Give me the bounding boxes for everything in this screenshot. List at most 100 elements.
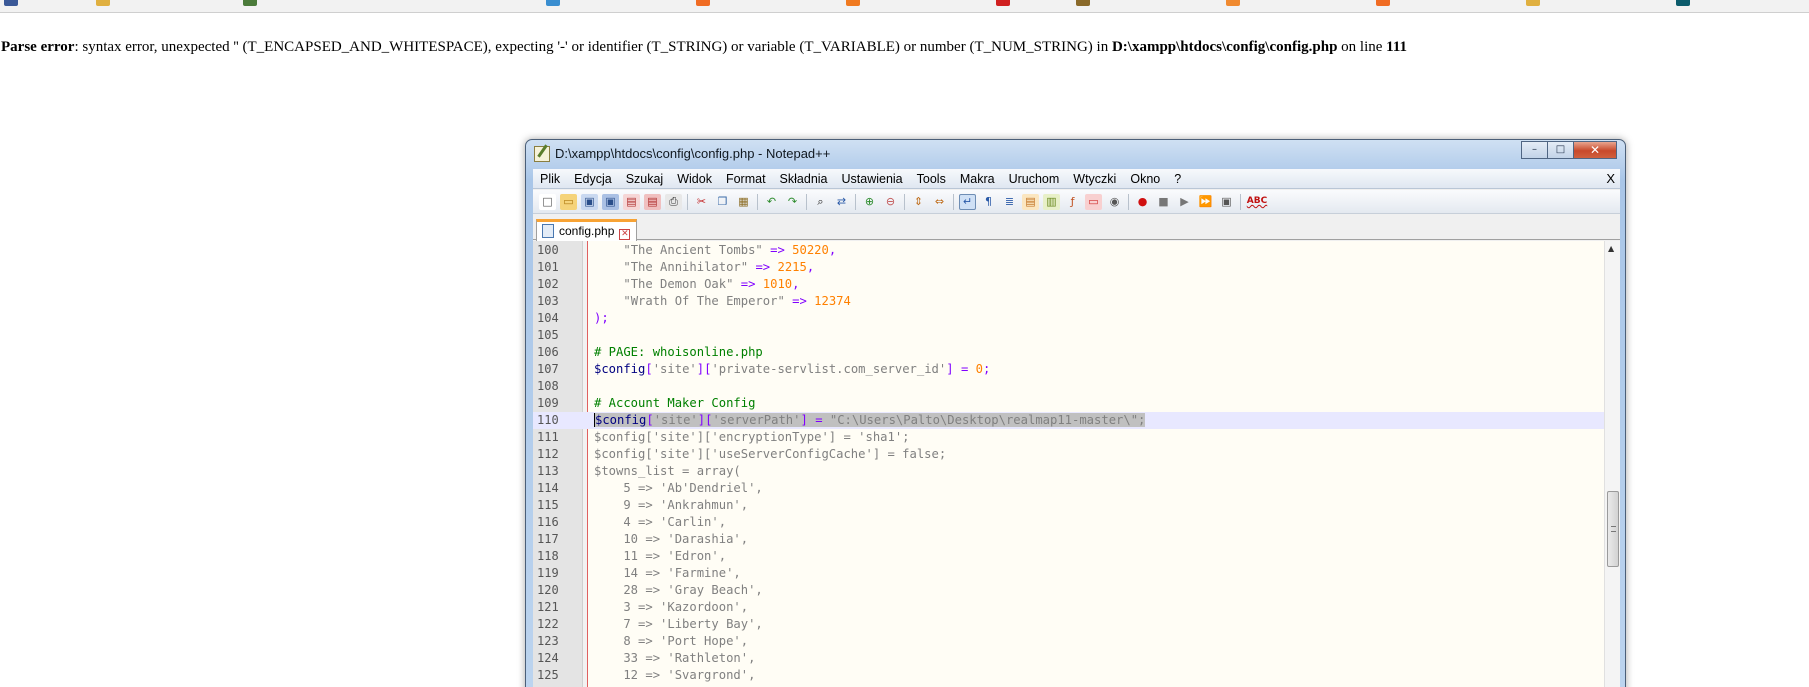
menu-item-edycja[interactable]: Edycja <box>567 172 619 186</box>
user-defined-lang-icon[interactable]: ▤ <box>1022 193 1039 210</box>
zoom-out-icon[interactable]: ⊖ <box>882 194 899 210</box>
title-bar[interactable]: D:\xampp\htdocs\config\config.php - Note… <box>526 140 1625 168</box>
code-line[interactable]: 113 $towns_list = array( <box>533 463 1604 480</box>
vertical-scrollbar[interactable]: ▲ <box>1604 241 1620 687</box>
bookmark-icon[interactable] <box>696 0 710 6</box>
code-line[interactable]: 116 4 => 'Carlin', <box>533 514 1604 531</box>
function-list-icon[interactable]: ƒ <box>1064 194 1081 210</box>
word-wrap-icon[interactable]: ↵ <box>959 193 976 210</box>
spell-check-icon[interactable]: ABC <box>1246 194 1268 210</box>
menu-item-ustawienia[interactable]: Ustawienia <box>835 172 910 186</box>
folder-workspace-icon[interactable]: ▭ <box>1085 193 1102 210</box>
close-all-icon[interactable]: ▤ <box>644 193 661 210</box>
bookmark-facebook-icon[interactable] <box>4 0 18 6</box>
code-line[interactable]: 117 10 => 'Darashia', <box>533 531 1604 548</box>
code-line[interactable]: 119 14 => 'Farmine', <box>533 565 1604 582</box>
code-line[interactable]: 107 $config['site']['private-servlist.com… <box>533 361 1604 378</box>
code-line[interactable]: 102 "The Demon Oak" => 1010, <box>533 276 1604 293</box>
menu-item-tools[interactable]: Tools <box>910 172 953 186</box>
code-text: "The Demon Oak" => 1010, <box>623 277 800 291</box>
menu-item-składnia[interactable]: Składnia <box>773 172 835 186</box>
copy-icon[interactable]: ❐ <box>714 194 731 210</box>
code-line[interactable]: 105 <box>533 327 1604 344</box>
line-number: 110 <box>537 413 559 427</box>
maximize-button[interactable]: □ <box>1547 141 1573 159</box>
code-editor[interactable]: 100 "The Ancient Tombs" => 50220, 101 "Th… <box>533 241 1604 687</box>
menu-item-widok[interactable]: Widok <box>670 172 719 186</box>
code-line[interactable]: 106 # PAGE: whoisonline.php <box>533 344 1604 361</box>
bookmark-icon[interactable] <box>1376 0 1390 6</box>
scrollbar-thumb[interactable] <box>1607 491 1619 567</box>
close-window-button[interactable]: ✕ <box>1573 141 1617 159</box>
bookmark-icon[interactable] <box>96 0 110 6</box>
stop-record-icon[interactable]: ■ <box>1155 194 1172 210</box>
zoom-in-icon[interactable]: ⊕ <box>861 194 878 210</box>
scroll-up-arrow-icon[interactable]: ▲ <box>1608 244 1614 253</box>
redo-icon[interactable]: ↷ <box>784 194 801 210</box>
undo-icon[interactable]: ↶ <box>763 194 780 210</box>
code-line[interactable]: 111 $config['site']['encryptionType'] = '… <box>533 429 1604 446</box>
save-icon[interactable]: ▣ <box>581 193 598 210</box>
code-text: 28 => 'Gray Beach', <box>594 583 763 597</box>
save-all-icon[interactable]: ▣ <box>602 193 619 210</box>
code-text: # Account Maker Config <box>594 396 756 410</box>
menu-item-help[interactable]: ? <box>1167 172 1188 186</box>
code-line[interactable]: 104); <box>533 310 1604 327</box>
code-line[interactable]: 112 $config['site']['useServerConfigCache… <box>533 446 1604 463</box>
code-line[interactable]: 123 8 => 'Port Hope', <box>533 633 1604 650</box>
open-file-icon[interactable]: ▭ <box>560 193 577 210</box>
sync-horizontal-icon[interactable]: ⇔ <box>931 194 948 210</box>
bookmark-icon[interactable] <box>1526 0 1540 6</box>
menu-item-okno[interactable]: Okno <box>1123 172 1167 186</box>
code-line[interactable]: 110 $config['site']['serverPath'] = "C:\U… <box>533 412 1604 429</box>
bookmark-icon[interactable] <box>996 0 1010 6</box>
code-line[interactable]: 118 11 => 'Edron', <box>533 548 1604 565</box>
show-all-chars-icon[interactable]: ¶ <box>980 194 997 210</box>
tab-config-php[interactable]: config.php ✕ <box>536 219 638 241</box>
code-line[interactable]: 114 5 => 'Ab'Dendriel', <box>533 480 1604 497</box>
menu-item-makra[interactable]: Makra <box>953 172 1002 186</box>
code-line[interactable]: 120 28 => 'Gray Beach', <box>533 582 1604 599</box>
code-text: "The Annihilator" => 2215, <box>623 260 815 274</box>
minimize-button[interactable]: – <box>1521 141 1547 159</box>
menu-item-wtyczki[interactable]: Wtyczki <box>1066 172 1123 186</box>
record-macro-icon[interactable]: ● <box>1134 194 1151 210</box>
menu-item-plik[interactable]: Plik <box>533 172 567 186</box>
find-icon[interactable]: ⌕ <box>812 194 829 210</box>
code-line[interactable]: 122 7 => 'Liberty Bay', <box>533 616 1604 633</box>
code-line[interactable]: 109 # Account Maker Config <box>533 395 1604 412</box>
bookmark-icon[interactable] <box>546 0 560 6</box>
bookmark-icon[interactable] <box>1076 0 1090 6</box>
cut-icon[interactable]: ✂ <box>693 194 710 210</box>
save-macro-icon[interactable]: ▣ <box>1218 194 1235 210</box>
menu-item-uruchom[interactable]: Uruchom <box>1002 172 1067 186</box>
replace-icon[interactable]: ⇄ <box>833 194 850 210</box>
paste-icon[interactable]: ▦ <box>735 194 752 210</box>
line-number: 115 <box>537 498 559 512</box>
doc-map-icon[interactable]: ▥ <box>1043 193 1060 210</box>
code-line[interactable]: 101 "The Annihilator" => 2215, <box>533 259 1604 276</box>
bookmark-icon[interactable] <box>243 0 257 6</box>
code-line[interactable]: 115 9 => 'Ankrahmun', <box>533 497 1604 514</box>
run-macro-multiple-icon[interactable]: ⏩ <box>1197 194 1214 210</box>
menu-item-format[interactable]: Format <box>719 172 773 186</box>
bookmark-icon[interactable] <box>846 0 860 6</box>
print-icon[interactable]: ⎙ <box>665 193 682 210</box>
indent-guide-icon[interactable]: ≣ <box>1001 194 1018 210</box>
new-file-icon[interactable]: □ <box>539 193 556 210</box>
bookmark-icon[interactable] <box>1676 0 1690 6</box>
bookmark-icon[interactable] <box>1226 0 1240 6</box>
tab-close-icon[interactable]: ✕ <box>619 229 631 240</box>
menu-item-szukaj[interactable]: Szukaj <box>619 172 671 186</box>
code-line[interactable]: 100 "The Ancient Tombs" => 50220, <box>533 242 1604 259</box>
close-document-button[interactable]: X <box>1606 171 1615 186</box>
sync-vertical-icon[interactable]: ⇕ <box>910 194 927 210</box>
code-line[interactable]: 103 "Wrath Of The Emperor" => 12374 <box>533 293 1604 310</box>
code-line[interactable]: 121 3 => 'Kazordoon', <box>533 599 1604 616</box>
monitoring-icon[interactable]: ◉ <box>1106 194 1123 210</box>
play-macro-icon[interactable]: ▶ <box>1176 194 1193 210</box>
code-line[interactable]: 124 33 => 'Rathleton', <box>533 650 1604 667</box>
code-line[interactable]: 108 <box>533 378 1604 395</box>
close-icon[interactable]: ▤ <box>623 193 640 210</box>
code-line[interactable]: 125 12 => 'Svargrond', <box>533 667 1604 684</box>
